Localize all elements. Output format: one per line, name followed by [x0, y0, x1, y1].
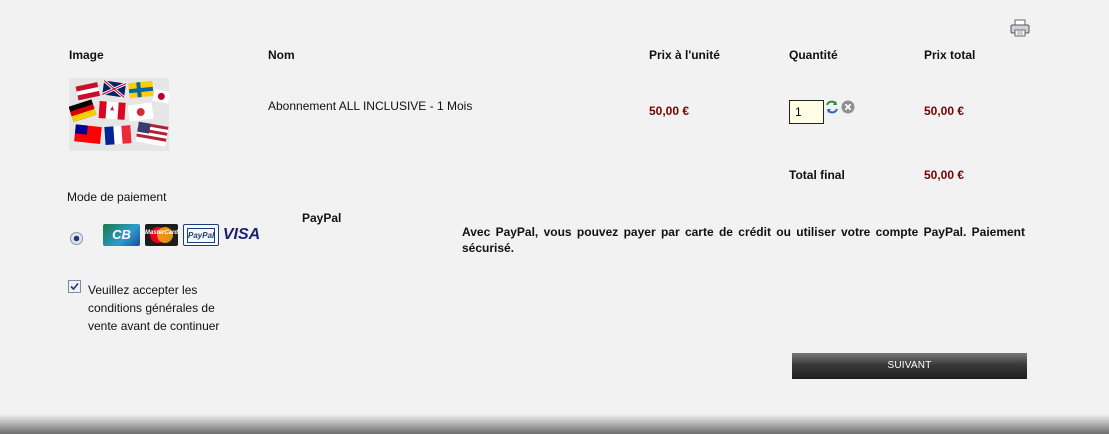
- printer-icon[interactable]: [1010, 19, 1030, 37]
- terms-label[interactable]: Veuillez accepter les conditions général…: [88, 281, 238, 335]
- refresh-icon[interactable]: [825, 100, 839, 114]
- footer-bar: [0, 414, 1109, 434]
- product-name: Abonnement ALL INCLUSIVE - 1 Mois: [268, 99, 473, 113]
- header-total-price: Prix total: [924, 48, 976, 62]
- final-total-value: 50,00 €: [924, 168, 965, 182]
- payment-description: Avec PayPal, vous pouvez payer par carte…: [462, 225, 1025, 255]
- unit-price: 50,00 €: [649, 104, 690, 118]
- paypal-radio[interactable]: [70, 232, 83, 245]
- mastercard-icon: MasterCard: [145, 224, 178, 246]
- paypal-card-icon: PayPal: [183, 224, 219, 246]
- quantity-input[interactable]: [789, 100, 824, 124]
- payment-section-title: Mode de paiement: [67, 190, 167, 204]
- remove-icon[interactable]: [841, 100, 855, 114]
- header-image: Image: [69, 48, 104, 62]
- header-unit-price: Prix à l'unité: [649, 48, 720, 62]
- header-quantity: Quantité: [789, 48, 838, 62]
- product-image: [69, 78, 169, 151]
- final-total-label: Total final: [789, 168, 845, 182]
- payment-method-name: PayPal: [302, 211, 342, 225]
- header-name: Nom: [268, 48, 295, 62]
- visa-card-icon: VISA: [222, 226, 261, 243]
- terms-checkbox[interactable]: [68, 280, 81, 293]
- cb-card-icon: CB: [103, 224, 140, 246]
- next-button[interactable]: SUIVANT: [792, 353, 1027, 379]
- total-price: 50,00 €: [924, 104, 965, 118]
